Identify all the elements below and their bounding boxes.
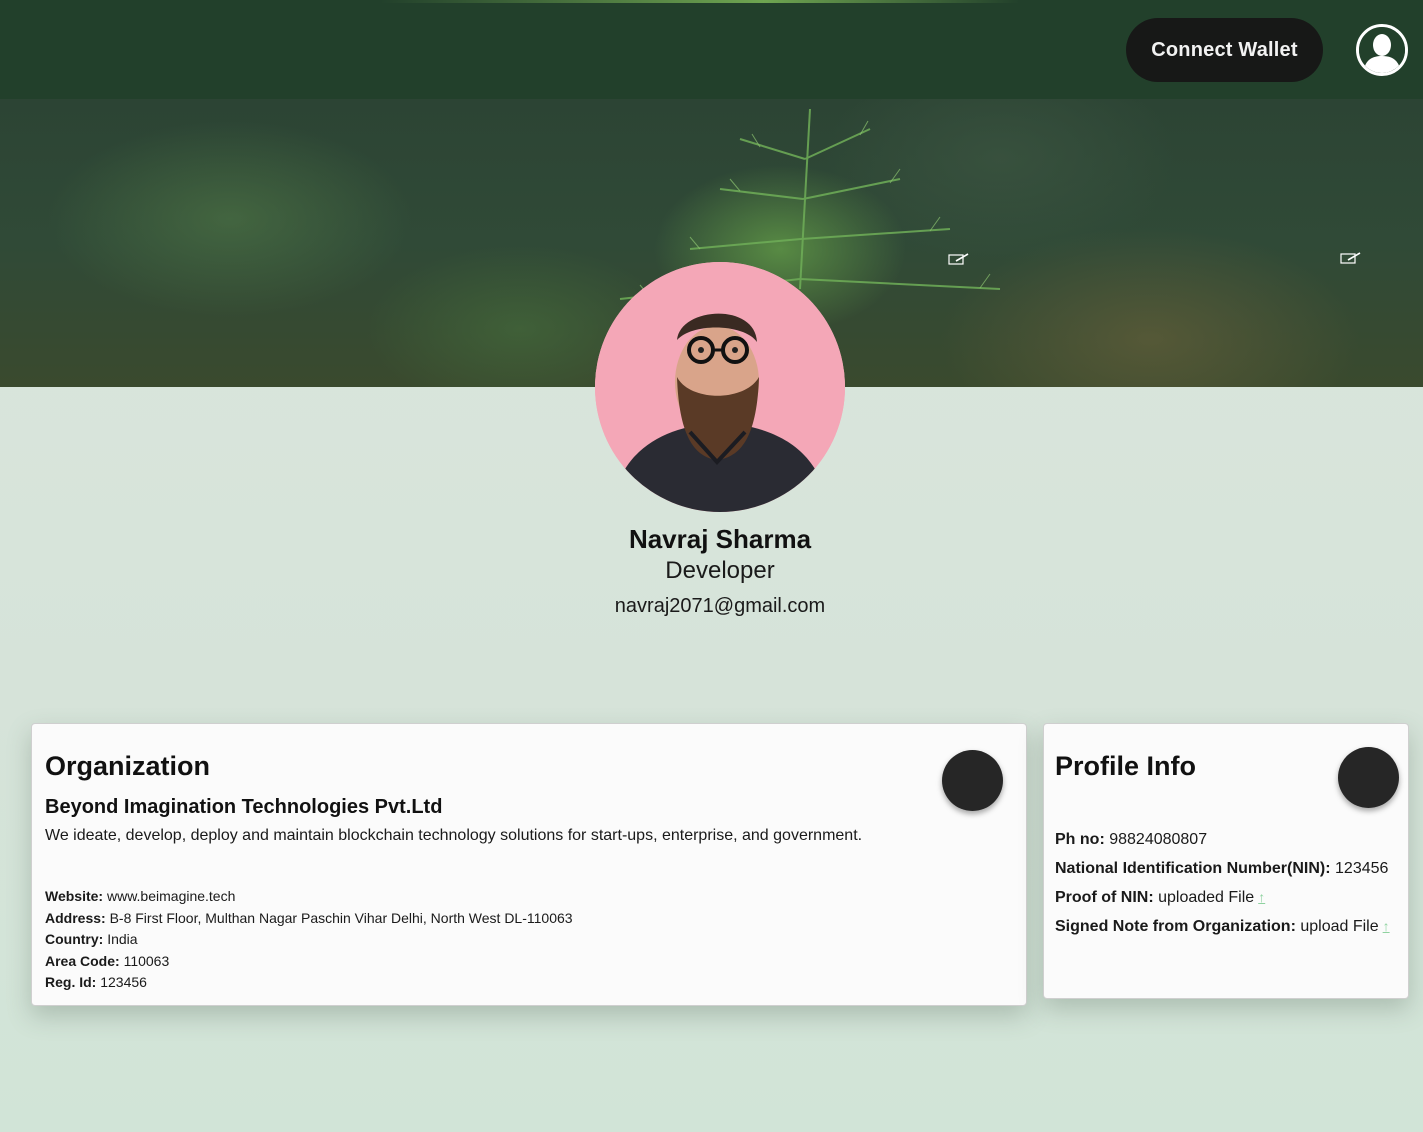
upload-arrow-icon[interactable]: ↑ xyxy=(1258,883,1265,912)
info-value: uploaded File xyxy=(1158,889,1255,906)
info-label: National Identification Number(NIN): xyxy=(1055,860,1331,877)
user-silhouette-icon[interactable] xyxy=(1356,24,1408,76)
detail-country: Country: India xyxy=(45,929,573,951)
profile-avatar xyxy=(595,262,845,512)
info-label: Proof of NIN: xyxy=(1055,889,1154,906)
detail-label: Reg. Id: xyxy=(45,974,97,990)
profile-info-edit-button[interactable] xyxy=(1338,747,1399,808)
info-label: Signed Note from Organization: xyxy=(1055,918,1296,935)
top-glow xyxy=(380,0,1020,3)
detail-area-code: Area Code: 110063 xyxy=(45,951,573,973)
detail-address: Address: B-8 First Floor, Multhan Nagar … xyxy=(45,908,573,930)
profile-info-list: Ph no: 98824080807 National Identificati… xyxy=(1055,825,1390,941)
detail-reg-id: Reg. Id: 123456 xyxy=(45,972,573,994)
organization-card: Organization Beyond Imagination Technolo… xyxy=(31,723,1027,1006)
edit-pencil-icon[interactable] xyxy=(1340,251,1362,265)
avatar-portrait xyxy=(595,262,845,512)
info-value: 98824080807 xyxy=(1109,831,1208,848)
info-value: upload File xyxy=(1300,918,1379,935)
detail-value: B-8 First Floor, Multhan Nagar Paschin V… xyxy=(109,909,573,926)
detail-label: Website: xyxy=(45,888,104,904)
info-phone: Ph no: 98824080807 xyxy=(1055,825,1390,854)
upload-arrow-icon[interactable]: ↑ xyxy=(1383,912,1390,941)
profile-info-card: Profile Info Ph no: 98824080807 National… xyxy=(1043,723,1409,999)
profile-email: navraj2071@gmail.com xyxy=(614,595,826,617)
website-link[interactable]: www.beimagine.tech xyxy=(107,888,235,904)
connect-wallet-button[interactable]: Connect Wallet xyxy=(1126,18,1323,82)
detail-value: 110063 xyxy=(123,952,170,969)
info-label: Ph no: xyxy=(1055,831,1105,848)
profile-info-title: Profile Info xyxy=(1055,751,1196,781)
detail-value: India xyxy=(107,931,138,947)
organization-edit-button[interactable] xyxy=(942,750,1003,811)
detail-label: Address: xyxy=(45,909,106,926)
edit-pencil-icon[interactable] xyxy=(948,252,970,266)
organization-title: Organization xyxy=(45,751,211,781)
detail-label: Area Code: xyxy=(45,952,120,969)
detail-label: Country: xyxy=(45,931,104,947)
organization-details: Website: www.beimagine.tech Address: B-8… xyxy=(45,886,573,994)
detail-website: Website: www.beimagine.tech xyxy=(45,886,573,908)
info-signed-note: Signed Note from Organization: upload Fi… xyxy=(1055,912,1390,941)
organization-description: We ideate, develop, deploy and maintain … xyxy=(45,827,863,844)
detail-value: 123456 xyxy=(100,974,147,990)
info-value: 123456 xyxy=(1335,860,1389,877)
profile-role: Developer xyxy=(665,557,775,584)
top-bar: Connect Wallet xyxy=(0,0,1423,99)
info-proof-of-nin: Proof of NIN: uploaded File ↑ xyxy=(1055,883,1390,912)
organization-name: Beyond Imagination Technologies Pvt.Ltd xyxy=(45,796,443,818)
profile-name: Navraj Sharma xyxy=(628,524,812,554)
info-nin: National Identification Number(NIN): 123… xyxy=(1055,854,1390,883)
